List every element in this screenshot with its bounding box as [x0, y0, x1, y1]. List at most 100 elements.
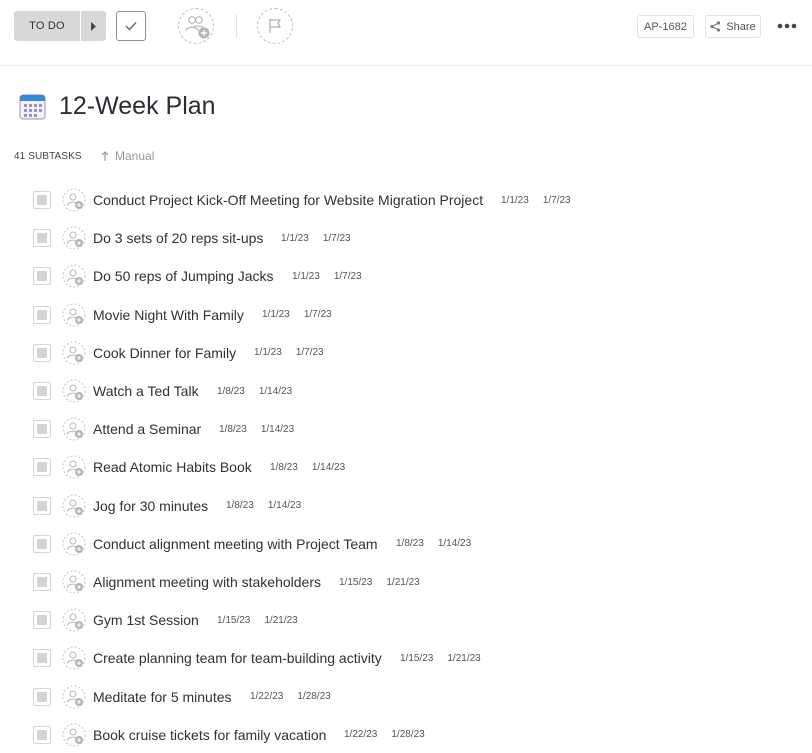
subtask-due-date: 1/14/23 [258, 385, 293, 397]
add-assignee-icon[interactable] [62, 685, 86, 709]
status-control: TO DO [14, 11, 106, 41]
add-assignee-icon[interactable] [62, 303, 86, 327]
subtask-checkbox[interactable] [33, 420, 51, 439]
subtask-row[interactable]: Create planning team for team-building a… [0, 639, 812, 677]
subtask-row[interactable]: Read Atomic Habits Book 1/8/23 1/14/23 [0, 448, 812, 486]
subtask-row[interactable]: Movie Night With Family 1/1/23 1/7/23 [0, 296, 812, 334]
status-button[interactable]: TO DO [14, 11, 80, 41]
subtask-checkbox[interactable] [33, 343, 51, 362]
subtask-name[interactable]: Conduct Project Kick-Off Meeting for Web… [93, 192, 483, 208]
add-assignee-icon[interactable] [62, 341, 86, 365]
task-id-badge[interactable]: AP-1682 [637, 15, 694, 38]
set-priority-button[interactable] [257, 8, 293, 44]
mark-complete-button[interactable] [116, 11, 146, 41]
subtask-name[interactable]: Alignment meeting with stakeholders [93, 574, 321, 590]
subtask-row[interactable]: Do 50 reps of Jumping Jacks 1/1/23 1/7/2… [0, 257, 812, 295]
add-assignee-icon[interactable] [62, 417, 86, 441]
subtask-checkbox[interactable] [33, 305, 51, 324]
add-assignee-icon[interactable] [62, 494, 86, 518]
page-title[interactable]: 12-Week Plan [59, 90, 216, 122]
subtask-dates[interactable]: 1/15/23 1/21/23 [400, 653, 481, 664]
caret-right-icon [91, 21, 96, 31]
subtask-start-date: 1/1/23 [262, 309, 290, 321]
subtask-name[interactable]: Jog for 30 minutes [93, 498, 208, 514]
subtask-start-date: 1/1/23 [254, 347, 282, 359]
subtask-dates[interactable]: 1/15/23 1/21/23 [217, 615, 298, 626]
add-assignee-icon[interactable] [62, 570, 86, 594]
share-button[interactable]: Share [705, 15, 761, 38]
subtasks-count: 41 SUBTASKS [14, 151, 82, 162]
checkbox-fill [37, 347, 47, 358]
subtask-row[interactable]: Do 3 sets of 20 reps sit-ups 1/1/23 1/7/… [0, 219, 812, 257]
sort-label: Manual [115, 149, 155, 163]
subtask-checkbox[interactable] [33, 267, 51, 286]
subtask-name[interactable]: Do 3 sets of 20 reps sit-ups [93, 230, 263, 246]
subtask-name[interactable]: Movie Night With Family [93, 307, 244, 323]
subtask-row[interactable]: Attend a Seminar 1/8/23 1/14/23 [0, 410, 812, 448]
flag-icon [269, 19, 281, 33]
subtask-checkbox[interactable] [33, 649, 51, 668]
subtask-row[interactable]: Conduct alignment meeting with Project T… [0, 525, 812, 563]
subtask-dates[interactable]: 1/1/23 1/7/23 [281, 233, 351, 244]
subtask-dates[interactable]: 1/8/23 1/14/23 [217, 386, 292, 397]
subtask-checkbox[interactable] [33, 191, 51, 209]
subtask-checkbox[interactable] [33, 496, 51, 515]
more-options-button[interactable] [776, 16, 798, 36]
subtask-name[interactable]: Cook Dinner for Family [93, 345, 236, 361]
subtask-checkbox[interactable] [33, 229, 51, 248]
subtask-dates[interactable]: 1/15/23 1/21/23 [339, 577, 420, 588]
subtask-checkbox[interactable] [33, 382, 51, 400]
add-assignee-icon[interactable] [62, 226, 86, 250]
checkbox-fill [37, 500, 47, 511]
subtask-name[interactable]: Do 50 reps of Jumping Jacks [93, 268, 274, 284]
add-assignee-icon[interactable] [62, 455, 86, 479]
subtask-name[interactable]: Meditate for 5 minutes [93, 689, 232, 705]
subtask-name[interactable]: Read Atomic Habits Book [93, 459, 252, 475]
subtask-name[interactable]: Gym 1st Session [93, 612, 199, 628]
checkmark-icon [125, 22, 137, 31]
subtask-name[interactable]: Book cruise tickets for family vacation [93, 727, 326, 743]
subtask-due-date: 1/7/23 [322, 232, 351, 244]
subtask-dates[interactable]: 1/22/23 1/28/23 [250, 691, 331, 702]
subtask-row[interactable]: Cook Dinner for Family 1/1/23 1/7/23 [0, 334, 812, 372]
sort-control[interactable]: Manual [101, 149, 154, 163]
add-assignee-icon[interactable] [62, 608, 86, 632]
add-assignee-icon[interactable] [62, 264, 86, 288]
add-assignee-icon[interactable] [62, 379, 86, 403]
add-assignee-icon[interactable] [62, 188, 86, 212]
checkbox-fill [37, 729, 47, 740]
subtask-checkbox[interactable] [33, 534, 51, 553]
subtask-row[interactable]: Book cruise tickets for family vacation … [0, 716, 812, 753]
subtask-name[interactable]: Watch a Ted Talk [93, 383, 199, 399]
subtask-row[interactable]: Meditate for 5 minutes 1/22/23 1/28/23 [0, 678, 812, 716]
subtask-dates[interactable]: 1/22/23 1/28/23 [344, 729, 425, 740]
subtask-row[interactable]: Watch a Ted Talk 1/8/23 1/14/23 [0, 372, 812, 410]
subtask-dates[interactable]: 1/8/23 1/14/23 [270, 462, 345, 473]
subtask-dates[interactable]: 1/8/23 1/14/23 [219, 424, 294, 435]
subtask-checkbox[interactable] [33, 458, 51, 477]
subtask-row[interactable]: Conduct Project Kick-Off Meeting for Web… [0, 181, 812, 219]
subtask-name[interactable]: Conduct alignment meeting with Project T… [93, 536, 378, 552]
add-assignee-button[interactable] [178, 8, 214, 44]
next-status-button[interactable] [80, 11, 106, 41]
subtask-dates[interactable]: 1/8/23 1/14/23 [396, 538, 471, 549]
subtask-dates[interactable]: 1/1/23 1/7/23 [254, 347, 324, 358]
subtask-checkbox[interactable] [33, 611, 51, 630]
subtask-dates[interactable]: 1/1/23 1/7/23 [501, 195, 571, 206]
arrow-up-icon [101, 151, 109, 161]
add-assignee-icon[interactable] [62, 723, 86, 747]
subtask-checkbox[interactable] [33, 573, 51, 591]
subtask-dates[interactable]: 1/1/23 1/7/23 [292, 271, 362, 282]
subtask-due-date: 1/28/23 [391, 729, 425, 741]
subtask-name[interactable]: Create planning team for team-building a… [93, 650, 382, 666]
subtask-name[interactable]: Attend a Seminar [93, 421, 201, 437]
subtask-checkbox[interactable] [33, 725, 51, 744]
subtask-dates[interactable]: 1/8/23 1/14/23 [226, 500, 301, 511]
subtask-row[interactable]: Alignment meeting with stakeholders 1/15… [0, 563, 812, 601]
add-assignee-icon[interactable] [62, 532, 86, 556]
add-assignee-icon[interactable] [62, 646, 86, 670]
subtask-dates[interactable]: 1/1/23 1/7/23 [262, 309, 332, 320]
subtask-checkbox[interactable] [33, 687, 51, 706]
subtask-row[interactable]: Jog for 30 minutes 1/8/23 1/14/23 [0, 487, 812, 525]
subtask-row[interactable]: Gym 1st Session 1/15/23 1/21/23 [0, 601, 812, 639]
